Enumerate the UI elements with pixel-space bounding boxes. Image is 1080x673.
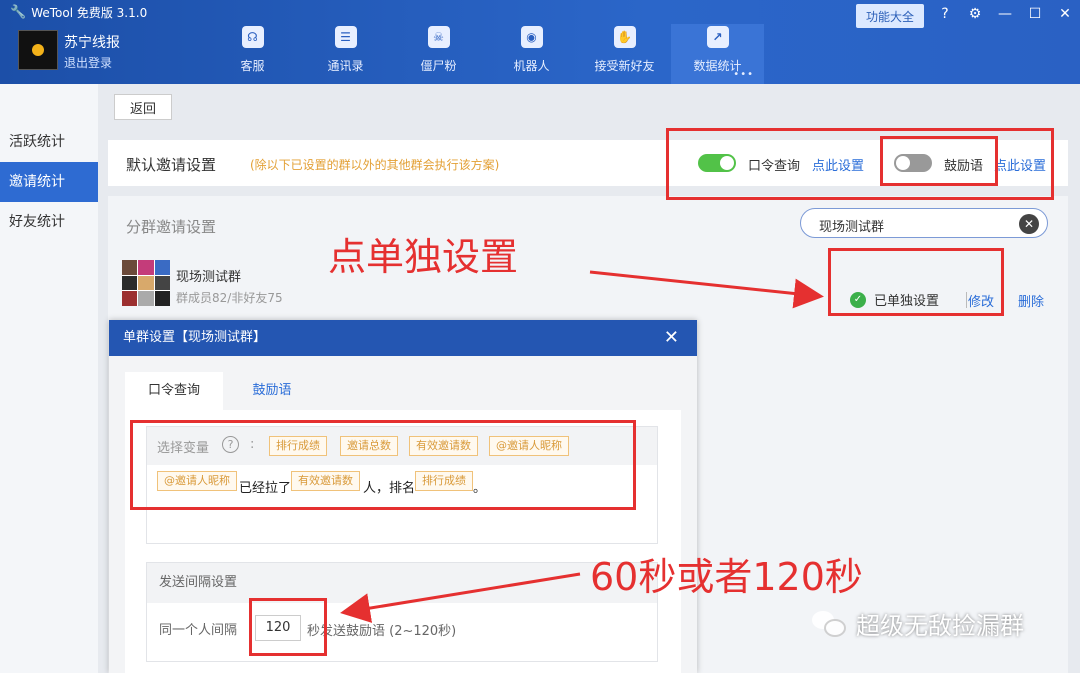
account-avatar[interactable] bbox=[18, 30, 58, 70]
skull-icon: ☠ bbox=[427, 26, 450, 48]
window-controls: ? ⚙ — ☐ ✕ bbox=[936, 6, 1074, 22]
group-search-input[interactable]: 现场测试群 ✕ bbox=[800, 208, 1048, 238]
watermark: 超级无敌捡漏群 bbox=[812, 606, 1024, 641]
back-button[interactable]: 返回 bbox=[114, 94, 172, 120]
panel-title: 默认邀请设置 bbox=[126, 156, 217, 174]
nav-contacts[interactable]: ☰ 通讯录 bbox=[299, 24, 392, 84]
group-avatar bbox=[122, 260, 170, 306]
logout-link[interactable]: 退出登录 bbox=[64, 54, 112, 71]
nav-customer-service[interactable]: ☊ 客服 bbox=[206, 24, 299, 84]
group-name: 现场测试群 bbox=[176, 270, 242, 285]
nav-label: 僵尸粉 bbox=[420, 59, 457, 73]
group-member-count: 群成员82/非好友75 bbox=[176, 291, 283, 305]
nav-zombie-fans[interactable]: ☠ 僵尸粉 bbox=[392, 24, 485, 84]
dialog-tabs: 口令查询 鼓励语 bbox=[125, 372, 321, 410]
interval-suffix: 秒发送鼓励语 (2~120秒) bbox=[307, 624, 457, 639]
interval-settings: 发送间隔设置 同一个人间隔 120 秒发送鼓励语 (2~120秒) bbox=[146, 562, 658, 662]
close-icon[interactable]: ✕ bbox=[1056, 6, 1074, 22]
minimize-icon[interactable]: — bbox=[996, 6, 1014, 22]
contacts-icon: ☰ bbox=[334, 26, 357, 48]
nav-statistics[interactable]: ↗ 数据统计 ••• bbox=[671, 24, 764, 84]
app-title: 🔧 WeTool 免费版 3.1.0 bbox=[10, 4, 147, 21]
delete-link[interactable]: 删除 bbox=[1018, 291, 1044, 310]
close-icon[interactable]: ✕ bbox=[664, 320, 679, 356]
dialog-header: 单群设置【现场测试群】 ✕ bbox=[109, 320, 697, 356]
dialog-body: 口令查询 鼓励语 选择变量 ? : 排行成绩 邀请总数 有效邀请数 @邀请人昵称… bbox=[109, 356, 697, 673]
wechat-icon bbox=[812, 609, 848, 639]
annotation-box-status bbox=[828, 248, 1004, 316]
annotation-box-message bbox=[130, 420, 636, 510]
handshake-icon: ✋ bbox=[613, 26, 636, 48]
nav-label: 通讯录 bbox=[327, 59, 364, 73]
watermark-text: 超级无敌捡漏群 bbox=[856, 612, 1024, 640]
sidebar-item-friends[interactable]: 好友统计 bbox=[0, 202, 98, 242]
features-button[interactable]: 功能大全 bbox=[856, 4, 924, 28]
annotation-text-individual: 点单独设置 bbox=[328, 235, 519, 279]
clear-search-icon[interactable]: ✕ bbox=[1019, 214, 1039, 234]
chart-icon: ↗ bbox=[706, 26, 729, 48]
panel-title: 分群邀请设置 bbox=[126, 218, 217, 236]
account-name: 苏宁线报 bbox=[64, 35, 120, 51]
logo-mark-icon bbox=[32, 44, 44, 56]
annotation-text-seconds: 60秒或者120秒 bbox=[590, 555, 863, 599]
wrench-icon: 🔧 bbox=[10, 5, 27, 20]
headset-icon: ☊ bbox=[241, 26, 264, 48]
more-dots-icon[interactable]: ••• bbox=[733, 69, 754, 80]
tab-encouragement[interactable]: 鼓励语 bbox=[223, 372, 321, 410]
nav-label: 机器人 bbox=[513, 59, 550, 73]
sidebar: 活跃统计 邀请统计 好友统计 bbox=[0, 84, 98, 673]
nav-label: 客服 bbox=[240, 59, 265, 73]
maximize-icon[interactable]: ☐ bbox=[1026, 6, 1044, 22]
sidebar-item-invites[interactable]: 邀请统计 bbox=[0, 162, 98, 202]
nav-label: 接受新好友 bbox=[594, 59, 655, 73]
panel-hint: (除以下已设置的群以外的其他群会执行该方案) bbox=[250, 158, 500, 172]
robot-icon: ◉ bbox=[520, 26, 543, 48]
annotation-box-interval bbox=[249, 598, 327, 656]
dialog-title: 单群设置【现场测试群】 bbox=[123, 330, 267, 345]
tab-password-query[interactable]: 口令查询 bbox=[125, 372, 223, 410]
app-header: 🔧 WeTool 免费版 3.1.0 苏宁线报 退出登录 ☊ 客服 ☰ 通讯录 … bbox=[0, 0, 1080, 84]
search-value: 现场测试群 bbox=[819, 220, 885, 235]
annotation-box-encouragement bbox=[880, 136, 998, 186]
gear-icon[interactable]: ⚙ bbox=[966, 6, 984, 22]
sidebar-item-activity[interactable]: 活跃统计 bbox=[0, 122, 98, 162]
interval-title: 发送间隔设置 bbox=[147, 563, 657, 603]
nav-robot[interactable]: ◉ 机器人 bbox=[485, 24, 578, 84]
top-nav: ☊ 客服 ☰ 通讯录 ☠ 僵尸粉 ◉ 机器人 ✋ 接受新好友 ↗ 数据统计 ••… bbox=[206, 24, 764, 84]
interval-prefix: 同一个人间隔 bbox=[159, 623, 238, 638]
app-title-text: WeTool 免费版 3.1.0 bbox=[31, 6, 148, 20]
help-icon[interactable]: ? bbox=[936, 6, 954, 22]
nav-accept-friends[interactable]: ✋ 接受新好友 bbox=[578, 24, 671, 84]
